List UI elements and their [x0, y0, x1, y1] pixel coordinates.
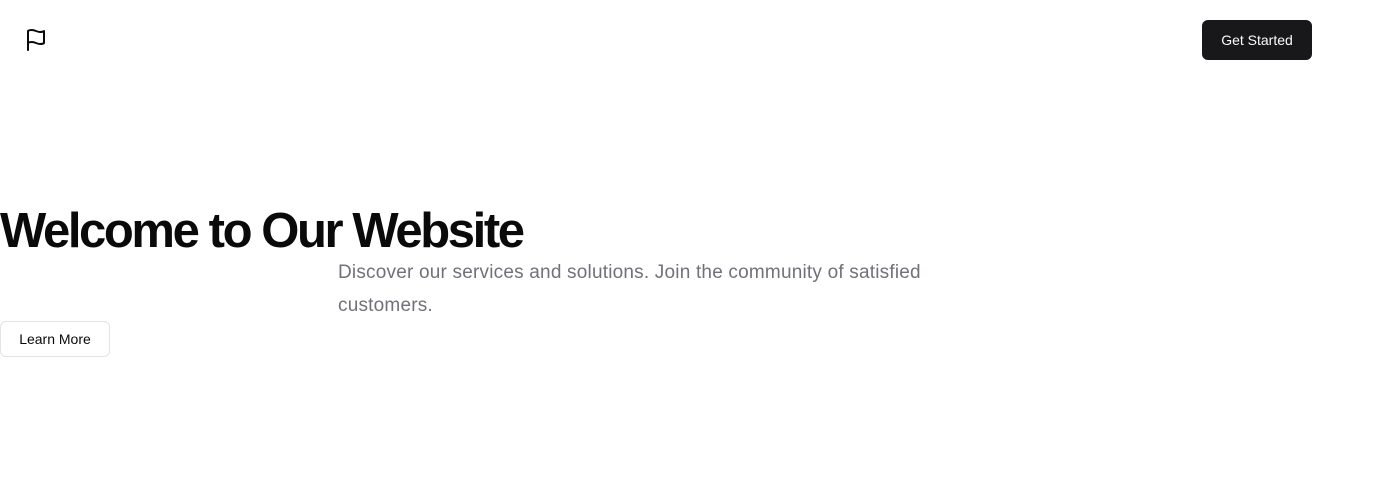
- get-started-button[interactable]: Get Started: [1202, 20, 1312, 60]
- landing-page: Get Started Welcome to Our Website Disco…: [0, 0, 1376, 485]
- learn-more-button[interactable]: Learn More: [0, 321, 110, 357]
- hero-title: Welcome to Our Website: [0, 204, 525, 258]
- hero-subtitle: Discover our services and solutions. Joi…: [338, 262, 921, 316]
- flag-icon: [24, 28, 48, 52]
- logo-link[interactable]: [24, 28, 48, 52]
